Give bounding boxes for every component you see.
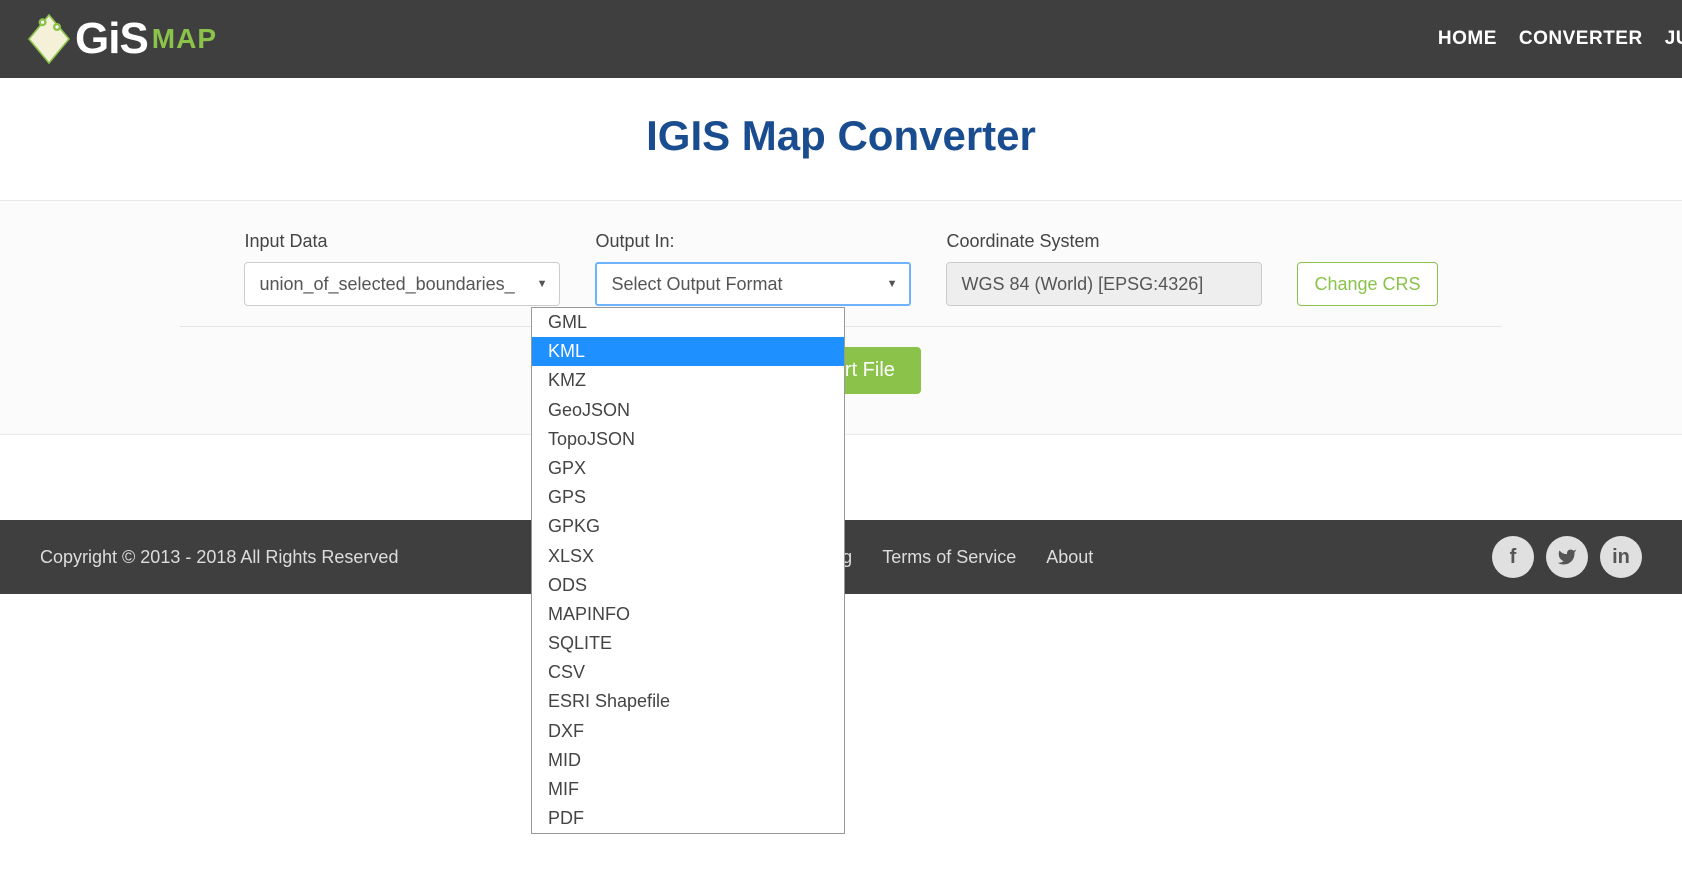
dropdown-option-csv[interactable]: CSV (532, 658, 844, 687)
dropdown-option-gpkg[interactable]: GPKG (532, 512, 844, 541)
nav-home[interactable]: HOME (1438, 28, 1497, 50)
crs-field: Coordinate System WGS 84 (World) [EPSG:4… (946, 231, 1262, 306)
spacer (1297, 231, 1437, 252)
dropdown-option-topojson[interactable]: TopoJSON (532, 425, 844, 454)
output-format-select[interactable]: Select Output Format ▼ (595, 262, 911, 306)
change-crs-field: Change CRS (1297, 231, 1437, 306)
dropdown-option-gps[interactable]: GPS (532, 483, 844, 512)
social-links: f in (1492, 536, 1642, 578)
dropdown-option-dxf[interactable]: DXF (532, 717, 844, 746)
dropdown-option-esri-shapefile[interactable]: ESRI Shapefile (532, 687, 844, 716)
crs-value: WGS 84 (World) [EPSG:4326] (946, 262, 1262, 306)
header: GiS MAP HOME CONVERTER JU (0, 0, 1682, 78)
dropdown-option-sqlite[interactable]: SQLITE (532, 629, 844, 658)
logo[interactable]: GiS MAP (25, 9, 217, 69)
dropdown-option-xlsx[interactable]: XLSX (532, 542, 844, 571)
dropdown-option-geojson[interactable]: GeoJSON (532, 396, 844, 425)
logo-text-main: GiS (75, 14, 148, 64)
change-crs-button[interactable]: Change CRS (1297, 262, 1437, 306)
nav-converter[interactable]: CONVERTER (1519, 28, 1643, 50)
linkedin-label: in (1612, 546, 1630, 569)
nav: HOME CONVERTER JU (1438, 28, 1682, 50)
dropdown-option-pdf[interactable]: PDF (532, 804, 844, 833)
crs-label: Coordinate System (946, 231, 1262, 252)
input-data-label: Input Data (244, 231, 560, 252)
dropdown-option-ods[interactable]: ODS (532, 571, 844, 600)
output-field: Output In: Select Output Format ▼ (595, 231, 911, 306)
nav-ju[interactable]: JU (1665, 28, 1682, 50)
input-data-field: Input Data union_of_selected_boundaries_… (244, 231, 560, 306)
form-row: Input Data union_of_selected_boundaries_… (0, 231, 1682, 306)
chevron-down-icon: ▼ (887, 278, 898, 290)
page-title: IGIS Map Converter (0, 78, 1682, 200)
output-label: Output In: (595, 231, 911, 252)
dropdown-option-mapinfo[interactable]: MAPINFO (532, 600, 844, 629)
dropdown-option-kmz[interactable]: KMZ (532, 366, 844, 395)
copyright: Copyright © 2013 - 2018 All Rights Reser… (40, 547, 398, 568)
facebook-label: f (1510, 546, 1517, 569)
input-data-select[interactable]: union_of_selected_boundaries_ ▼ (244, 262, 560, 306)
linkedin-icon[interactable]: in (1600, 536, 1642, 578)
crs-value-text: WGS 84 (World) [EPSG:4326] (961, 274, 1203, 295)
logo-text-sub: MAP (152, 23, 217, 55)
output-placeholder: Select Output Format (611, 274, 782, 295)
twitter-icon[interactable] (1546, 536, 1588, 578)
change-crs-label: Change CRS (1314, 274, 1420, 295)
dropdown-option-gpx[interactable]: GPX (532, 454, 844, 483)
chevron-down-icon: ▼ (537, 278, 548, 290)
footer-link-terms[interactable]: Terms of Service (882, 547, 1016, 568)
dropdown-option-kml[interactable]: KML (532, 337, 844, 366)
dropdown-option-gml[interactable]: GML (532, 308, 844, 337)
dropdown-option-mid[interactable]: MID (532, 746, 844, 775)
dropdown-option-mif[interactable]: MIF (532, 775, 844, 804)
input-data-value: union_of_selected_boundaries_ (259, 274, 514, 295)
footer-link-about[interactable]: About (1046, 547, 1093, 568)
facebook-icon[interactable]: f (1492, 536, 1534, 578)
output-format-dropdown[interactable]: GMLKMLKMZGeoJSONTopoJSONGPXGPSGPKGXLSXOD… (531, 307, 845, 834)
